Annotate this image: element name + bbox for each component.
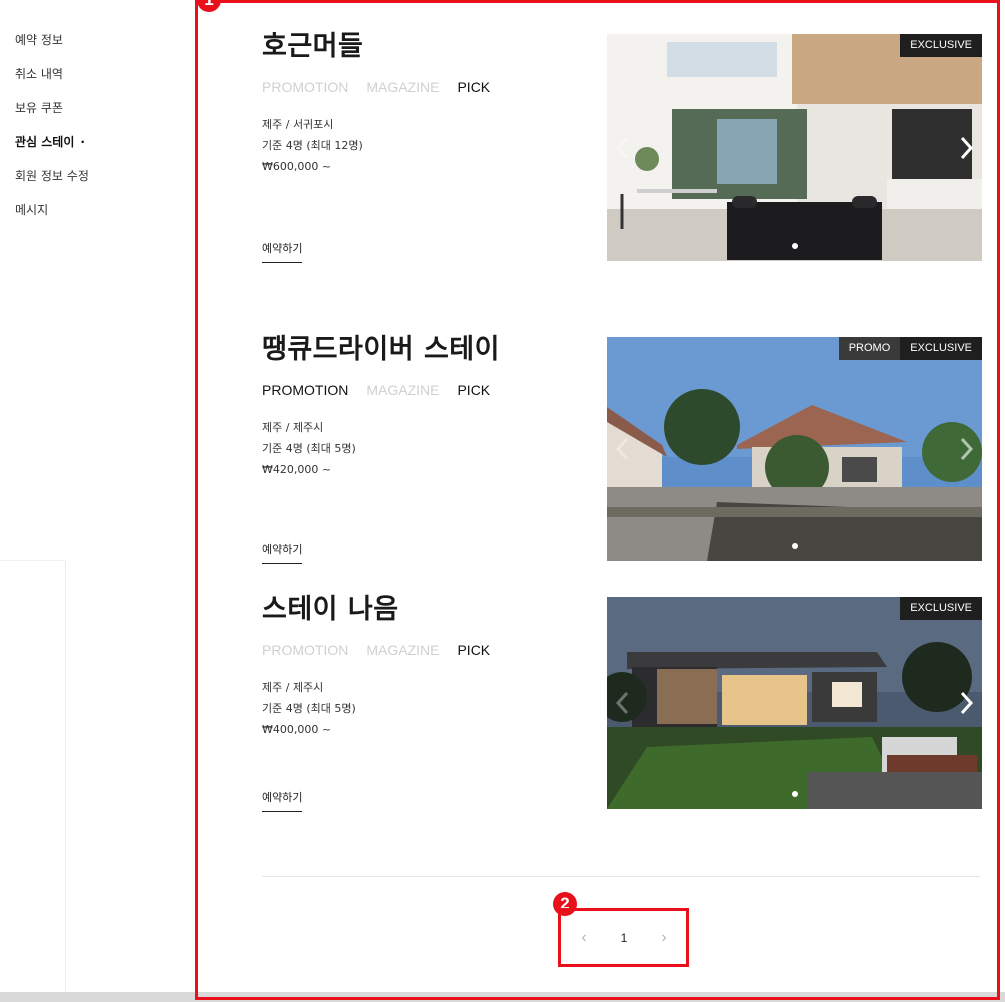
sidebar-menu: 예약 정보 취소 내역 보유 쿠폰 관심 스테이 · 회원 정보 수정 메시지 — [15, 32, 89, 236]
tag-magazine: MAGAZINE — [366, 642, 440, 658]
tag-pick: PICK — [457, 79, 491, 95]
book-button[interactable]: 예약하기 — [262, 789, 303, 812]
exclusive-badge: EXCLUSIVE — [900, 597, 982, 620]
carousel-prev-icon[interactable] — [613, 135, 633, 161]
stay-photo — [607, 337, 982, 561]
stay-location: 제주 / 제주시 — [262, 421, 324, 434]
stay-name[interactable]: 땡큐드라이버 스테이 — [262, 333, 500, 367]
stay-card: 스테이 나음 PROMOTION MAGAZINE PICK 제주 / 제주시 기준… — [262, 593, 982, 815]
sidebar: 예약 정보 취소 내역 보유 쿠폰 관심 스테이 · 회원 정보 수정 메시지 — [0, 0, 195, 1002]
carousel-prev-icon[interactable] — [613, 436, 633, 462]
book-button[interactable]: 예약하기 — [262, 240, 303, 263]
carousel-dot[interactable] — [791, 791, 798, 797]
stay-location: 제주 / 제주시 — [262, 681, 324, 694]
stay-tags: PROMOTION MAGAZINE PICK — [262, 642, 508, 658]
stay-info: 제주 / 제주시 기준 4명 (최대 5명) ₩400,000 ~ — [262, 677, 356, 740]
pagination-page-1[interactable]: 1 — [621, 931, 628, 945]
tag-pick: PICK — [457, 382, 491, 398]
stay-photo-carousel[interactable]: EXCLUSIVE — [607, 597, 982, 809]
exclusive-badge: EXCLUSIVE — [900, 34, 982, 57]
sidebar-item-wishlist[interactable]: 관심 스테이 · — [15, 134, 89, 168]
annotation-badge-2: 2 — [553, 892, 577, 916]
divider — [262, 876, 980, 877]
tag-promotion: PROMOTION — [262, 382, 349, 398]
sidebar-item-cancellations[interactable]: 취소 내역 — [15, 66, 89, 100]
pagination-next-icon[interactable]: › — [654, 929, 674, 947]
photo-badges: EXCLUSIVE — [900, 34, 982, 57]
carousel-next-icon[interactable] — [956, 135, 976, 161]
tag-promotion: PROMOTION — [262, 642, 349, 658]
stay-tags: PROMOTION MAGAZINE PICK — [262, 382, 508, 398]
annotation-badge-1: 1 — [197, 0, 221, 12]
tag-magazine: MAGAZINE — [366, 79, 440, 95]
stay-info: 제주 / 서귀포시 기준 4명 (최대 12명) ₩600,000 ~ — [262, 114, 363, 177]
tag-pick: PICK — [457, 642, 491, 658]
stay-photo-carousel[interactable]: PROMO EXCLUSIVE — [607, 337, 982, 561]
sidebar-item-edit-profile[interactable]: 회원 정보 수정 — [15, 168, 89, 202]
stay-capacity: 기준 4명 (최대 5명) — [262, 442, 356, 455]
carousel-prev-icon[interactable] — [613, 690, 633, 716]
sidebar-item-coupons[interactable]: 보유 쿠폰 — [15, 100, 89, 134]
carousel-dot[interactable] — [791, 543, 798, 549]
sidebar-item-messages[interactable]: 메시지 — [15, 202, 89, 236]
book-button[interactable]: 예약하기 — [262, 541, 303, 564]
stay-price: ₩600,000 ~ — [262, 160, 332, 173]
carousel-next-icon[interactable] — [956, 690, 976, 716]
stay-price: ₩400,000 ~ — [262, 723, 332, 736]
active-marker: · — [80, 135, 85, 149]
pagination: ‹ 1 › — [574, 922, 674, 954]
sidebar-item-label: 관심 스테이 — [15, 135, 75, 149]
photo-badges: EXCLUSIVE — [900, 597, 982, 620]
stay-photo — [607, 597, 982, 809]
promo-badge: PROMO — [838, 337, 901, 360]
exclusive-badge: EXCLUSIVE — [900, 337, 982, 360]
stay-card: 호근머들 PROMOTION MAGAZINE PICK 제주 / 서귀포시 기준 … — [262, 30, 982, 263]
stay-tags: PROMOTION MAGAZINE PICK — [262, 79, 508, 95]
stay-location: 제주 / 서귀포시 — [262, 118, 334, 131]
pagination-prev-icon[interactable]: ‹ — [574, 929, 594, 947]
stay-card: 땡큐드라이버 스테이 PROMOTION MAGAZINE PICK 제주 / 제주… — [262, 333, 982, 564]
sidebar-panel — [0, 560, 66, 992]
tag-magazine: MAGAZINE — [366, 382, 440, 398]
stay-name[interactable]: 호근머들 — [262, 30, 363, 64]
carousel-next-icon[interactable] — [956, 436, 976, 462]
stay-photo — [607, 34, 982, 261]
sidebar-item-reservation[interactable]: 예약 정보 — [15, 32, 89, 66]
stay-capacity: 기준 4명 (최대 5명) — [262, 702, 356, 715]
stay-capacity: 기준 4명 (최대 12명) — [262, 139, 363, 152]
photo-badges: PROMO EXCLUSIVE — [838, 337, 982, 360]
horizontal-scrollbar[interactable] — [0, 992, 1005, 1002]
tag-promotion: PROMOTION — [262, 79, 349, 95]
stay-info: 제주 / 제주시 기준 4명 (최대 5명) ₩420,000 ~ — [262, 417, 356, 480]
stay-name[interactable]: 스테이 나음 — [262, 593, 399, 627]
stay-price: ₩420,000 ~ — [262, 463, 332, 476]
carousel-dot[interactable] — [791, 243, 798, 249]
stay-photo-carousel[interactable]: EXCLUSIVE — [607, 34, 982, 261]
